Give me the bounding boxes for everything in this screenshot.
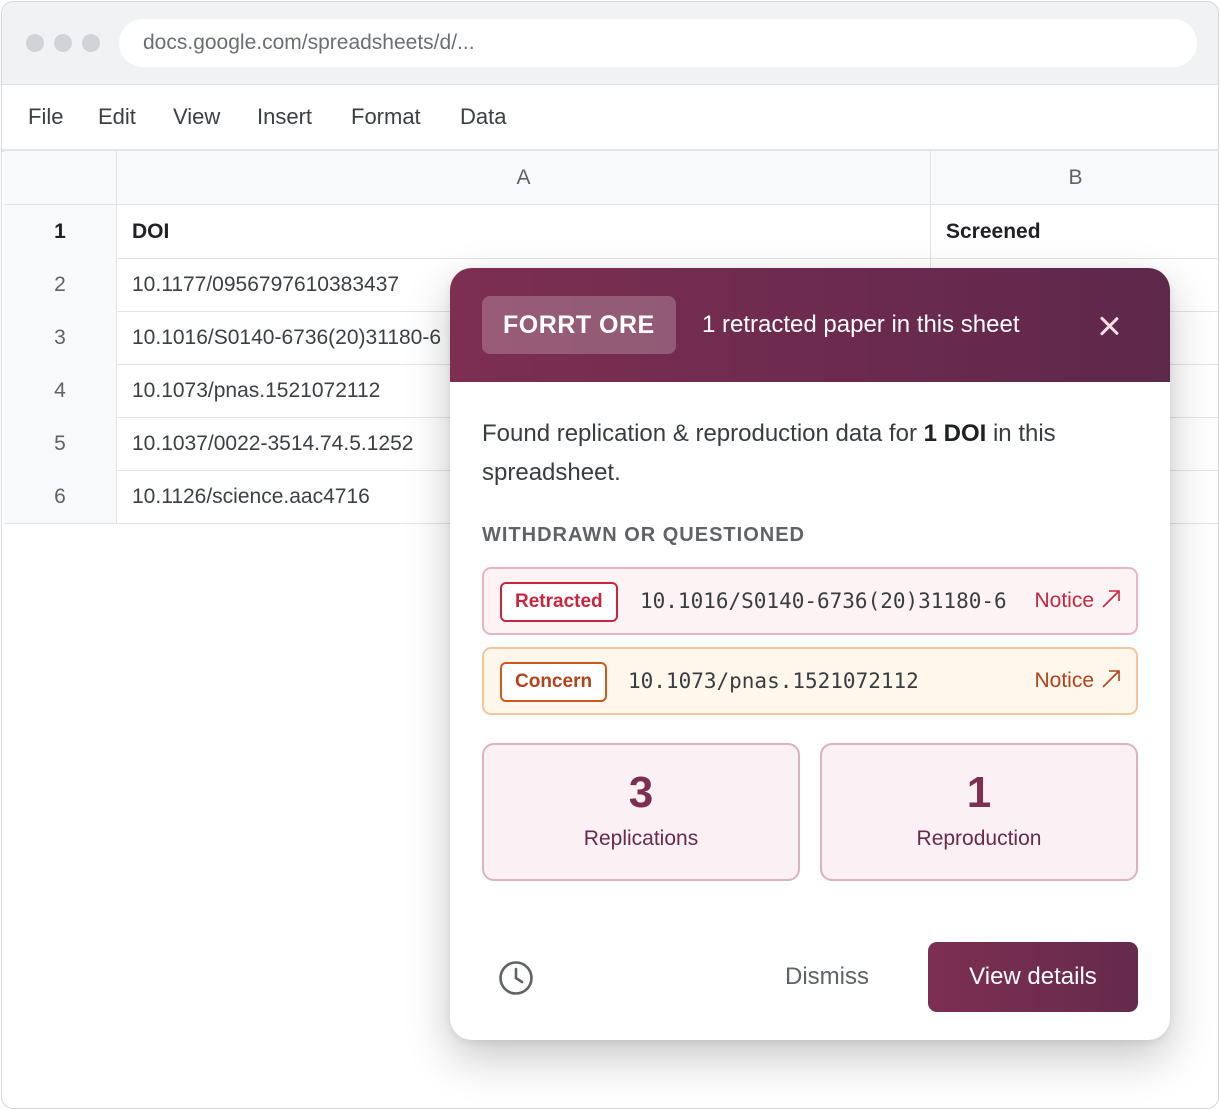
select-all-corner[interactable] [4, 151, 117, 204]
retracted-alert: Retracted 10.1016/S0140-6736(20)31180-6 … [482, 567, 1138, 635]
summary-text: Found replication & reproduction data fo… [482, 414, 1132, 492]
menu-edit[interactable]: Edit [98, 85, 136, 149]
popup-title: 1 retracted paper in this sheet [702, 311, 1020, 338]
alert-doi: 10.1016/S0140-6736(20)31180-6 [640, 589, 1007, 613]
summary-prefix: Found replication & reproduction data fo… [482, 420, 924, 447]
notice-link[interactable]: Notice [1034, 569, 1122, 633]
menu-file[interactable]: File [28, 85, 63, 149]
notice-link-label: Notice [1034, 669, 1094, 692]
row-header[interactable]: 3 [4, 311, 117, 364]
view-details-button[interactable]: View details [928, 942, 1138, 1012]
row-header[interactable]: 2 [4, 258, 117, 311]
notice-link[interactable]: Notice [1034, 649, 1122, 713]
external-link-icon [1102, 670, 1120, 688]
popup-header: FORRT ORE 1 retracted paper in this shee… [450, 268, 1170, 382]
row-header[interactable]: 6 [4, 470, 117, 523]
browser-toolbar: docs.google.com/spreadsheets/d/... [2, 2, 1218, 85]
menu-view[interactable]: View [173, 85, 220, 149]
column-header-row: A B [4, 151, 1218, 205]
stat-label: Replications [583, 827, 699, 850]
menu-bar: File Edit View Insert Format Data [2, 85, 1218, 152]
cell-b[interactable]: Screened [931, 205, 1218, 258]
clock-icon[interactable] [496, 958, 536, 998]
menu-format[interactable]: Format [351, 85, 421, 149]
stat-label: Reproduction [916, 827, 1042, 850]
row-header[interactable]: 5 [4, 417, 117, 470]
window-close-dot[interactable] [26, 34, 44, 52]
external-link-icon [1102, 590, 1120, 608]
column-header-b[interactable]: B [931, 151, 1218, 204]
alert-doi: 10.1073/pnas.1521072112 [628, 669, 919, 693]
concern-alert: Concern 10.1073/pnas.1521072112 Notice [482, 647, 1138, 715]
replications-stat[interactable]: 3 Replications [482, 743, 800, 881]
menu-insert[interactable]: Insert [257, 85, 312, 149]
stat-value: 3 [628, 768, 654, 817]
menu-data[interactable]: Data [460, 85, 506, 149]
window-maximize-dot[interactable] [82, 34, 100, 52]
close-icon[interactable] [1094, 311, 1124, 341]
address-bar[interactable]: docs.google.com/spreadsheets/d/... [119, 19, 1197, 67]
cell-a[interactable]: DOI [117, 205, 931, 258]
reproduction-stat[interactable]: 1 Reproduction [820, 743, 1138, 881]
section-heading: WITHDRAWN OR QUESTIONED [482, 524, 805, 546]
summary-count: 1 DOI [923, 420, 987, 447]
forrt-ore-popup: FORRT ORE 1 retracted paper in this shee… [450, 268, 1170, 1040]
row-header[interactable]: 1 [4, 205, 117, 258]
notice-link-label: Notice [1034, 589, 1094, 612]
dismiss-button[interactable]: Dismiss [785, 942, 869, 1012]
column-header-a[interactable]: A [117, 151, 931, 204]
brand-badge: FORRT ORE [482, 296, 676, 354]
retracted-badge: Retracted [500, 582, 618, 622]
window-minimize-dot[interactable] [54, 34, 72, 52]
stat-value: 1 [966, 768, 992, 817]
table-row: 1 DOI Screened [4, 205, 1218, 259]
concern-badge: Concern [500, 662, 608, 702]
row-header[interactable]: 4 [4, 364, 117, 417]
